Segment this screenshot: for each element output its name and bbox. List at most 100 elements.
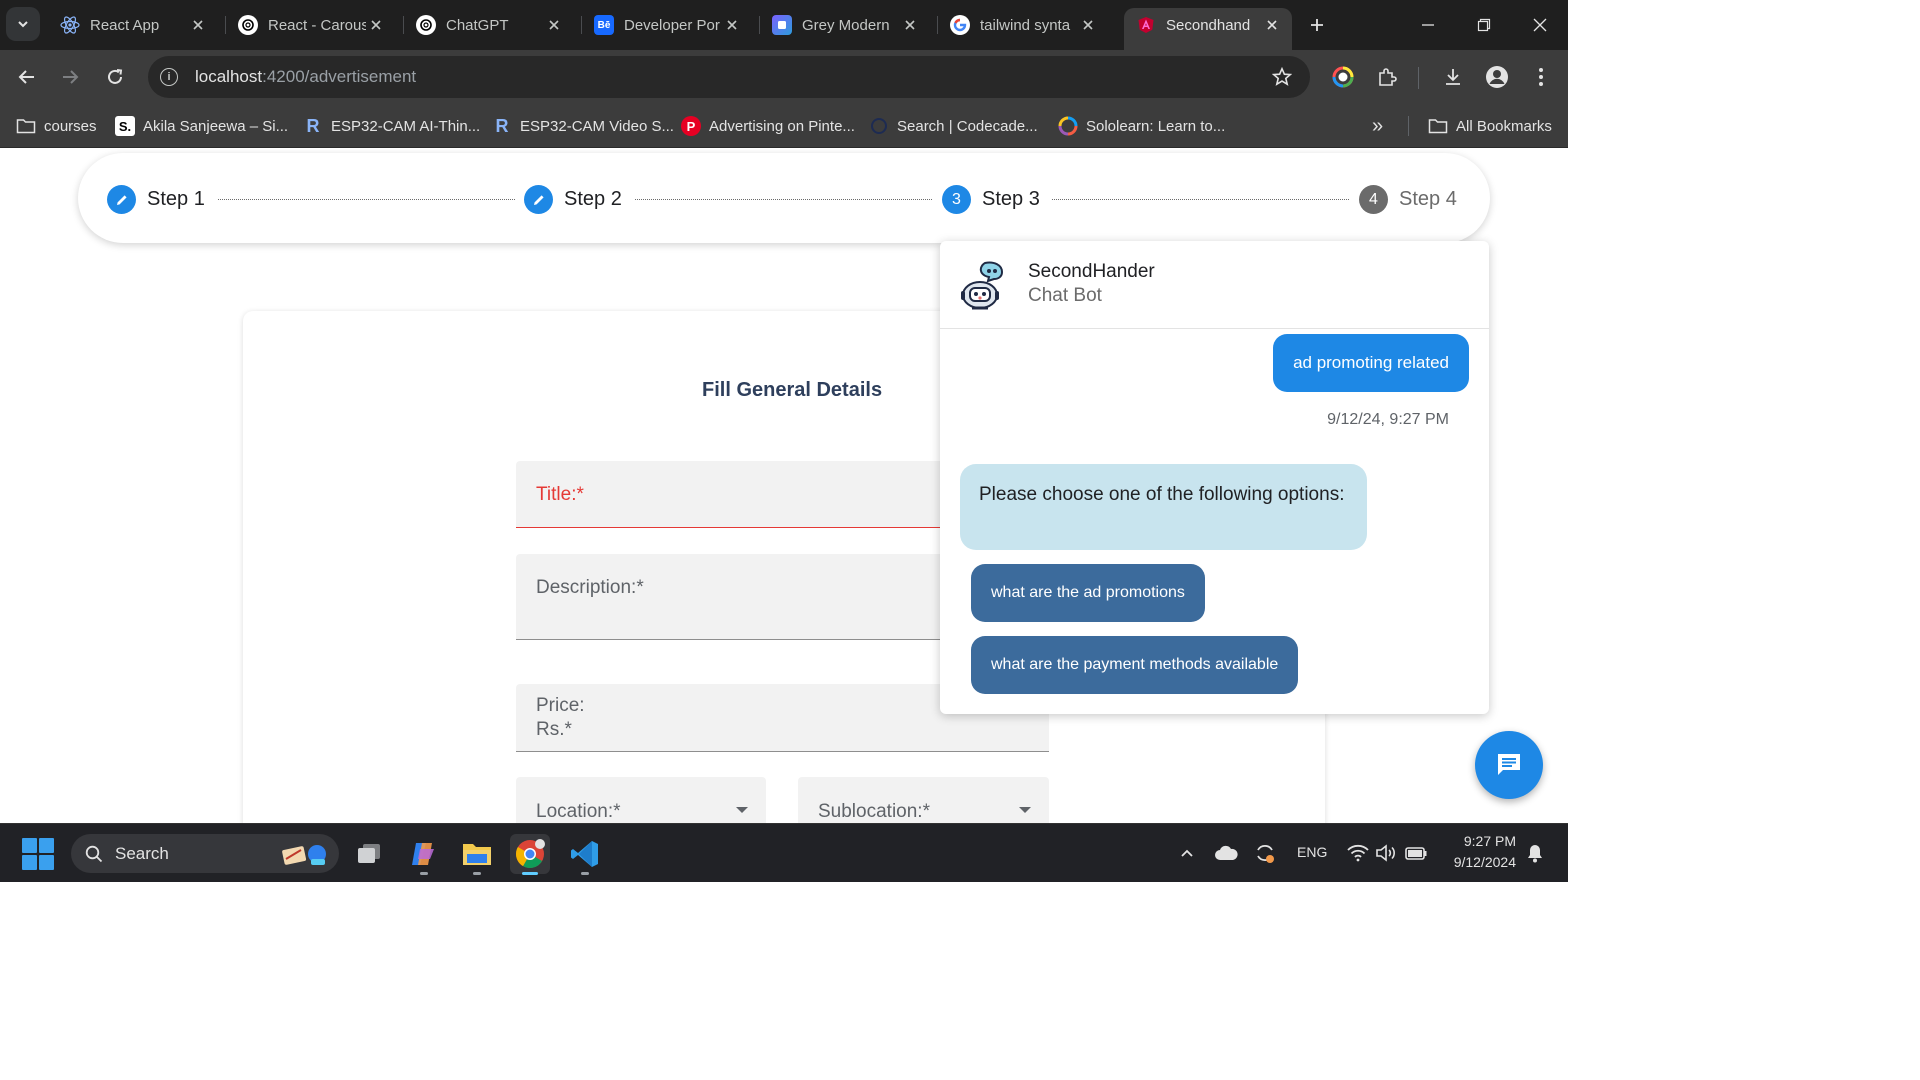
bot-message-bubble: Please choose one of the following optio… — [960, 464, 1367, 550]
bookmark-codecademy[interactable]: Search | Codecade... — [869, 112, 1038, 140]
tab-react-app[interactable]: React App — [48, 8, 218, 42]
bookmark-label: Advertising on Pinte... — [709, 117, 855, 135]
extensions-button[interactable] — [1371, 61, 1403, 93]
close-icon[interactable] — [366, 15, 386, 35]
task-view-button[interactable] — [349, 834, 389, 874]
tab-search-button[interactable] — [6, 7, 40, 41]
step-label: Step 3 — [982, 188, 1040, 210]
sync-status-button[interactable] — [1252, 840, 1278, 866]
reload-button[interactable] — [99, 61, 131, 93]
chat-bubble-icon — [1498, 754, 1520, 775]
wifi-button[interactable] — [1345, 840, 1371, 866]
location-select[interactable]: Location:* — [516, 777, 766, 823]
tab-title: Secondhand — [1166, 16, 1251, 34]
tab-title: Developer Por — [624, 16, 720, 34]
step-label: Step 1 — [147, 188, 205, 210]
bookmark-esp32-video[interactable]: R ESP32-CAM Video S... — [492, 112, 674, 140]
address-bar[interactable]: i localhost:4200/advertisement — [148, 56, 1310, 98]
volume-button[interactable] — [1373, 840, 1399, 866]
chevron-up-icon — [1181, 849, 1193, 857]
new-tab-button[interactable] — [1302, 10, 1332, 40]
option-ad-promotions-button[interactable]: what are the ad promotions — [971, 564, 1205, 622]
browser-menu-button[interactable] — [1525, 61, 1557, 93]
tab-developer-portfolio[interactable]: Bē Developer Por — [582, 8, 752, 42]
stepper: Step 1 Step 2 3 Step 3 4 Step 4 — [78, 153, 1490, 243]
step-connector — [635, 199, 932, 200]
clock-time[interactable]: 9:27 PM — [1450, 833, 1516, 849]
url-text[interactable]: localhost:4200/advertisement — [195, 67, 416, 87]
windows-start-button[interactable] — [22, 838, 54, 870]
chrome-taskbar-button[interactable] — [510, 834, 550, 874]
bookmarks-overflow-button[interactable]: » — [1372, 112, 1383, 140]
dropdown-arrow-icon — [736, 807, 748, 813]
bookmark-courses[interactable]: courses — [16, 112, 97, 140]
pencil-icon — [107, 185, 136, 214]
close-icon[interactable] — [900, 15, 920, 35]
close-icon[interactable] — [544, 15, 564, 35]
active-indicator — [522, 872, 538, 875]
close-icon[interactable] — [188, 15, 208, 35]
speaker-icon — [1376, 844, 1395, 862]
chat-toggle-button[interactable] — [1475, 731, 1543, 799]
all-bookmarks-button[interactable]: All Bookmarks — [1428, 112, 1552, 140]
notifications-button[interactable] — [1522, 840, 1548, 866]
copilot-button[interactable] — [403, 834, 443, 874]
title-label: Title:* — [536, 484, 584, 505]
toolbar-divider — [1418, 67, 1419, 89]
plus-icon — [1311, 19, 1323, 31]
minimize-button[interactable] — [1400, 4, 1456, 46]
onedrive-button[interactable] — [1213, 840, 1239, 866]
step-4[interactable]: 4 Step 4 — [1359, 185, 1457, 214]
back-button[interactable] — [11, 61, 43, 93]
battery-button[interactable] — [1403, 840, 1429, 866]
reload-icon — [108, 69, 123, 84]
clock-date[interactable]: 9/12/2024 — [1440, 854, 1516, 870]
canva-icon — [772, 15, 792, 35]
vscode-button[interactable] — [565, 834, 605, 874]
option-payment-methods-button[interactable]: what are the payment methods available — [971, 636, 1299, 694]
restore-button[interactable] — [1456, 4, 1512, 46]
show-hidden-icons-button[interactable] — [1174, 840, 1200, 866]
angular-icon — [1136, 15, 1156, 35]
bookmark-esp32-ai[interactable]: R ESP32-CAM AI-Thin... — [303, 112, 481, 140]
profile-button[interactable] — [1481, 61, 1513, 93]
step-1[interactable]: Step 1 — [107, 185, 205, 214]
sublocation-select[interactable]: Sublocation:* — [798, 777, 1049, 823]
robot-avatar-icon — [958, 259, 1008, 311]
bookmark-sololearn[interactable]: Sololearn: Learn to... — [1058, 112, 1225, 140]
input-language-indicator[interactable]: ENG — [1297, 844, 1327, 860]
bookmark-akila[interactable]: S. Akila Sanjeewa – Si... — [115, 112, 288, 140]
site-info-icon[interactable]: i — [160, 68, 178, 86]
url-host: localhost — [195, 67, 263, 86]
taskbar-search-box[interactable]: Search — [71, 834, 339, 873]
bookmarks-bar: courses S. Akila Sanjeewa – Si... R ESP3… — [0, 104, 1568, 148]
color-extension-button[interactable] — [1327, 61, 1359, 93]
tab-chatgpt[interactable]: ChatGPT — [404, 8, 574, 42]
bookmark-label: All Bookmarks — [1456, 117, 1552, 135]
tab-tailwind-syntax[interactable]: tailwind synta — [938, 8, 1108, 42]
step-number: 3 — [942, 185, 971, 214]
file-explorer-button[interactable] — [457, 834, 497, 874]
forward-button[interactable] — [54, 61, 86, 93]
step-2[interactable]: Step 2 — [524, 185, 622, 214]
close-icon[interactable] — [722, 15, 742, 35]
close-icon[interactable] — [1078, 15, 1098, 35]
close-icon[interactable] — [1262, 15, 1282, 35]
page-content: Step 1 Step 2 3 Step 3 4 Step 4 Fill Gen… — [0, 149, 1568, 823]
price-label: Price: — [536, 695, 585, 716]
download-icon — [1446, 69, 1460, 85]
star-icon[interactable] — [1272, 67, 1292, 87]
pencil-icon — [524, 185, 553, 214]
close-window-button[interactable] — [1512, 4, 1568, 46]
google-icon — [950, 15, 970, 35]
bookmark-pinterest[interactable]: P Advertising on Pinte... — [681, 112, 855, 140]
step-3[interactable]: 3 Step 3 — [942, 185, 1040, 214]
tab-secondhand[interactable]: Secondhand — [1124, 8, 1292, 50]
battery-icon — [1405, 847, 1427, 860]
copilot-icon — [412, 843, 434, 865]
downloads-button[interactable] — [1437, 61, 1469, 93]
tab-grey-modern[interactable]: Grey Modern — [760, 8, 930, 42]
tab-react-carousel[interactable]: React - Carous — [226, 8, 396, 42]
step-number: 4 — [1359, 185, 1388, 214]
chevron-down-icon — [18, 21, 28, 28]
